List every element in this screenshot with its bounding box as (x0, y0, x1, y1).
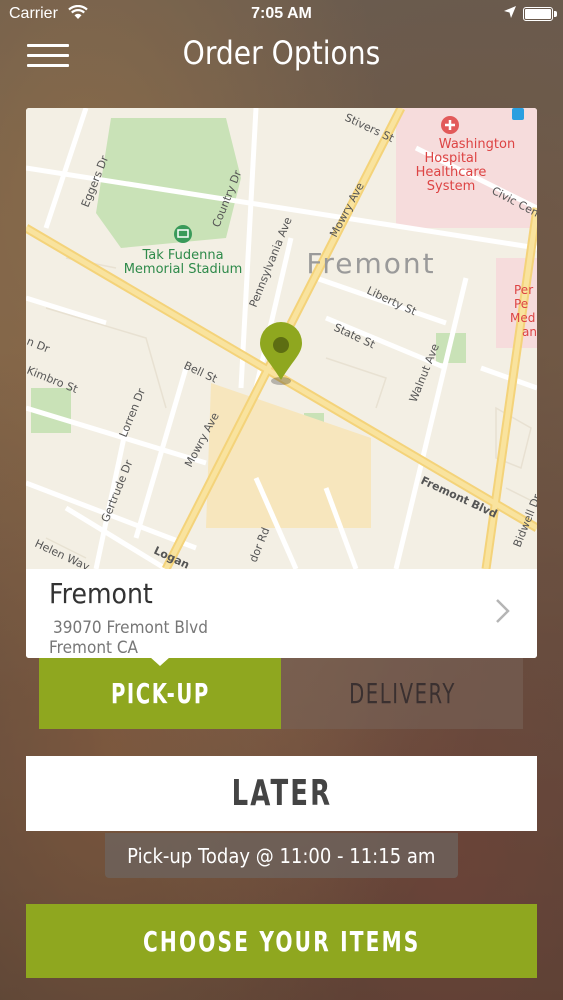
choose-items-button[interactable]: CHOOSE YOUR ITEMS (26, 904, 537, 978)
chevron-right-icon (496, 599, 510, 623)
map-label-hospital-4: System (427, 179, 475, 194)
map-label-hospital-3: Healthcare (416, 165, 487, 180)
store-card: Washington Hospital Healthcare System Ta… (26, 108, 537, 658)
map-label-hospital-2: Hospital (424, 151, 477, 166)
map-label-stadium-1: Tak Fudenna (141, 248, 223, 263)
store-address-line1: 39070 Fremont Blvd (53, 618, 208, 638)
page-title: Order Options (182, 34, 381, 72)
map-label-city: Fremont (306, 247, 435, 280)
later-button[interactable]: LATER (26, 756, 537, 831)
map-label-edge-2: Pe (514, 297, 528, 311)
status-time: 7:05 AM (251, 5, 312, 22)
choose-items-label: CHOOSE YOUR ITEMS (142, 924, 421, 958)
pickup-time-label: Pick-up Today @ 11:00 - 11:15 am (105, 833, 458, 878)
delivery-label: DELIVERY (348, 677, 456, 710)
store-info-row[interactable]: Fremont 39070 Fremont Blvd Fremont CA (26, 569, 537, 658)
location-arrow-icon (503, 5, 517, 22)
map-label-edge-1: Per (514, 283, 533, 297)
pickup-tab[interactable]: PICK-UP (39, 658, 281, 729)
selection-pointer (150, 657, 170, 666)
pickup-time-text: Pick-up Today @ 11:00 - 11:15 am (127, 843, 436, 868)
store-map[interactable]: Washington Hospital Healthcare System Ta… (26, 108, 537, 569)
status-bar: Carrier 7:05 AM (0, 0, 563, 30)
later-label: LATER (231, 773, 332, 814)
store-name: Fremont (49, 577, 153, 610)
pickup-label: PICK-UP (110, 677, 210, 710)
map-label-stadium-2: Memorial Stadium (124, 262, 243, 277)
order-type-toggle: PICK-UP DELIVERY (39, 658, 523, 729)
store-address-line2: Fremont CA (49, 638, 139, 658)
map-label-edge-4: an (522, 325, 537, 339)
battery-icon (523, 7, 557, 21)
delivery-tab[interactable]: DELIVERY (281, 658, 523, 729)
map-label-hospital-1: Washington (439, 137, 515, 152)
map-label-edge-3: Med (510, 311, 535, 325)
